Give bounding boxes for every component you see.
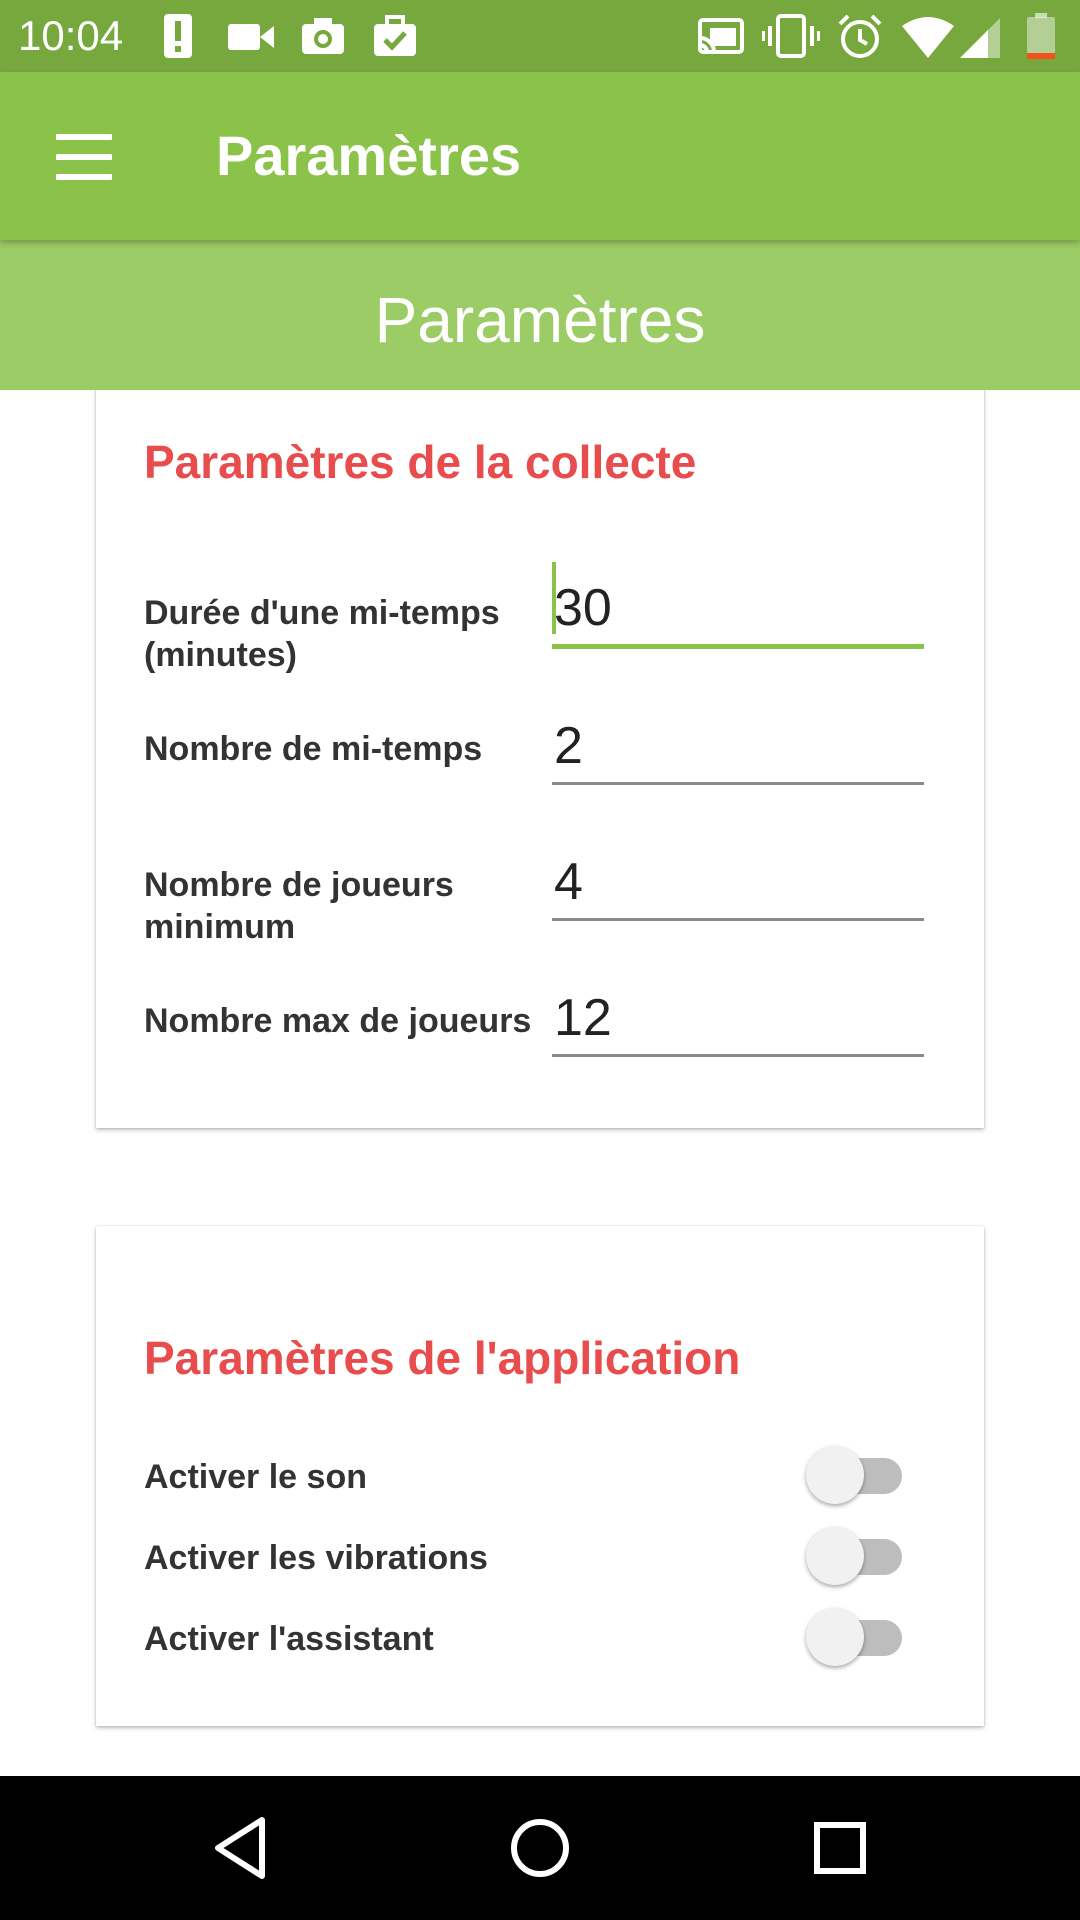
- app-bar-title: Paramètres: [216, 124, 522, 187]
- assistant-toggle[interactable]: [806, 1604, 906, 1666]
- collect-settings-title: Paramètres de la collecte: [144, 436, 697, 488]
- vibration-toggle-label: Activer les vibrations: [144, 1539, 488, 1577]
- navigation-bar: [0, 1776, 1080, 1920]
- app-bar: Paramètres: [0, 72, 1080, 240]
- briefcase-check-icon: [372, 12, 418, 60]
- halves-count-label: Nombre de mi-temps: [144, 730, 483, 768]
- page-title: Paramètres: [374, 284, 706, 356]
- half-duration-label: Durée d'une mi-temps (minutes): [144, 594, 500, 674]
- max-players-input[interactable]: 12: [552, 984, 924, 1057]
- max-players-label: Nombre max de joueurs: [144, 1002, 532, 1040]
- toggle-thumb: [806, 1527, 864, 1585]
- status-bar: 10:04: [0, 0, 1080, 72]
- min-players-input[interactable]: 4: [552, 848, 924, 921]
- halves-count-input[interactable]: 2: [552, 712, 924, 785]
- vibration-toggle[interactable]: [806, 1523, 906, 1585]
- alert-icon: [162, 12, 194, 60]
- min-players-label: Nombre de joueurs minimum: [144, 866, 454, 946]
- hamburger-menu-icon[interactable]: [40, 122, 130, 192]
- home-icon[interactable]: [490, 1806, 590, 1890]
- half-duration-input[interactable]: 30: [552, 562, 924, 649]
- toggle-thumb: [806, 1446, 864, 1504]
- signal-icon: [958, 12, 1002, 60]
- app-settings-card: Paramètres de l'application Activer le s…: [96, 1226, 984, 1726]
- sound-toggle-label: Activer le son: [144, 1458, 367, 1496]
- battery-icon: [1024, 12, 1058, 60]
- vibrate-icon: [762, 12, 820, 60]
- halves-count-value: 2: [554, 717, 583, 775]
- recents-icon[interactable]: [790, 1806, 890, 1890]
- sound-toggle[interactable]: [806, 1442, 906, 1504]
- video-icon: [226, 12, 276, 60]
- collect-settings-card: Paramètres de la collecte Durée d'une mi…: [96, 374, 984, 1128]
- max-players-value: 12: [554, 989, 612, 1047]
- wifi-icon: [900, 12, 956, 60]
- alarm-icon: [836, 12, 884, 60]
- assistant-toggle-label: Activer l'assistant: [144, 1620, 434, 1658]
- page-header: Paramètres: [0, 240, 1080, 390]
- min-players-value: 4: [554, 853, 583, 911]
- camera-icon: [300, 12, 346, 60]
- app-settings-title: Paramètres de l'application: [144, 1332, 741, 1384]
- toggle-thumb: [806, 1608, 864, 1666]
- half-duration-value: 30: [554, 579, 612, 637]
- back-icon[interactable]: [190, 1806, 290, 1890]
- cast-icon: [696, 12, 746, 60]
- status-time: 10:04: [18, 12, 124, 59]
